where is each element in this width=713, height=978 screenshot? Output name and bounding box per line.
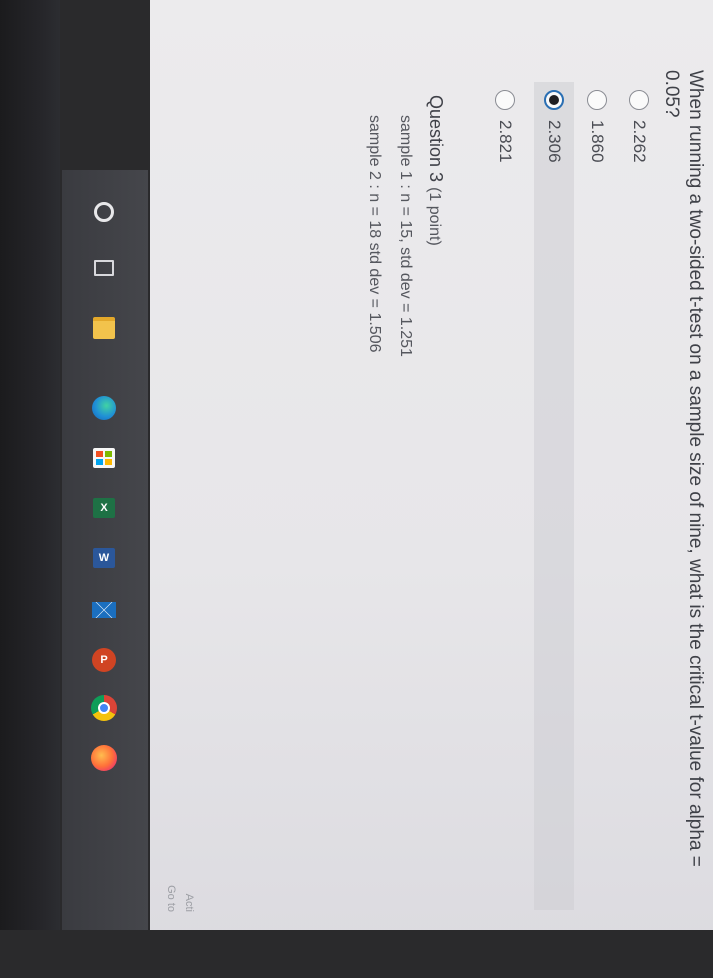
- option-2-262[interactable]: 2.262: [625, 90, 653, 163]
- bottom-bezel: [0, 930, 713, 978]
- option-label: 2.306: [545, 120, 564, 163]
- mail-icon[interactable]: [84, 590, 124, 630]
- question-3-title: Question 3: [426, 95, 446, 183]
- question-3-points: (1 point): [426, 187, 443, 246]
- task-view-icon[interactable]: [84, 248, 124, 288]
- word-icon[interactable]: W: [84, 538, 124, 578]
- quiz-content: When running a two-sided t-test on a sam…: [150, 0, 713, 920]
- sample-1-line: sample 1 : n = 15, std dev = 1.251: [397, 115, 414, 357]
- option-2-821[interactable]: 2.821: [491, 90, 519, 163]
- monitor-bezel: [0, 0, 60, 978]
- taskbar: X W P: [62, 170, 148, 978]
- photo-scene: X W P When running a two-sided t-test on…: [0, 0, 713, 978]
- radio-button[interactable]: [629, 90, 649, 110]
- edge-icon[interactable]: [84, 388, 124, 428]
- browser-page: When running a two-sided t-test on a sam…: [150, 0, 713, 940]
- excel-letter: X: [93, 498, 115, 518]
- start-icon[interactable]: [84, 192, 124, 232]
- option-2-306[interactable]: 2.306: [534, 82, 574, 910]
- sample-2-line: sample 2 : n = 18 std dev = 1.506: [366, 115, 383, 353]
- file-explorer-icon[interactable]: [84, 308, 124, 348]
- powerpoint-icon[interactable]: P: [84, 640, 124, 680]
- option-label: 1.860: [588, 120, 607, 163]
- radio-button[interactable]: [495, 90, 515, 110]
- radio-button-selected[interactable]: [544, 90, 564, 110]
- firefox-icon[interactable]: [84, 738, 124, 778]
- question-text: When running a two-sided t-test on a sam…: [661, 70, 706, 867]
- option-label: 2.821: [496, 120, 515, 163]
- chrome-icon[interactable]: [84, 688, 124, 728]
- excel-icon[interactable]: X: [84, 488, 124, 528]
- activate-windows-watermark: Acti: [183, 893, 195, 912]
- radio-button[interactable]: [587, 90, 607, 110]
- question-3-heading: Question 3 (1 point): [425, 95, 446, 246]
- radio-dot: [549, 95, 559, 105]
- option-1-860[interactable]: 1.860: [583, 90, 611, 163]
- option-label: 2.262: [630, 120, 649, 163]
- powerpoint-letter: P: [92, 648, 116, 672]
- activate-windows-watermark-line2: Go to: [165, 885, 177, 912]
- word-letter: W: [93, 548, 115, 568]
- store-icon[interactable]: [84, 438, 124, 478]
